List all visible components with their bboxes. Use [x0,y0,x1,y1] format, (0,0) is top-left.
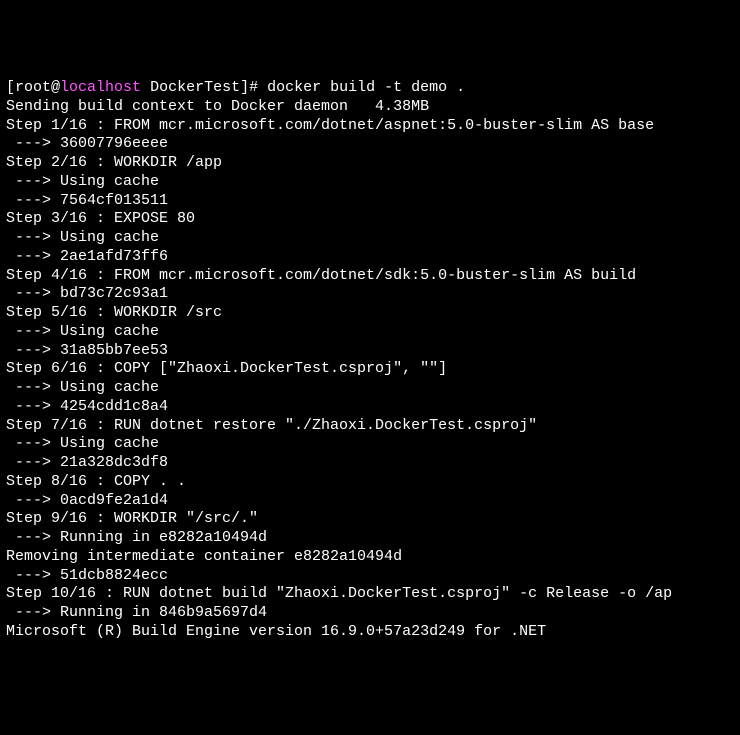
terminal-output[interactable]: [root@localhost DockerTest]# docker buil… [6,79,734,642]
output-line: Step 10/16 : RUN dotnet build "Zhaoxi.Do… [6,585,734,604]
output-line: ---> 36007796eeee [6,135,734,154]
output-line: Step 2/16 : WORKDIR /app [6,154,734,173]
output-line: ---> 31a85bb7ee53 [6,342,734,361]
output-line: ---> 4254cdd1c8a4 [6,398,734,417]
output-line: ---> 21a328dc3df8 [6,454,734,473]
output-line: Removing intermediate container e8282a10… [6,548,734,567]
prompt-user: root [15,79,51,96]
output-line: Step 5/16 : WORKDIR /src [6,304,734,323]
output-line: Step 4/16 : FROM mcr.microsoft.com/dotne… [6,267,734,286]
prompt-bracket-open: [ [6,79,15,96]
output-line: Step 6/16 : COPY ["Zhaoxi.DockerTest.csp… [6,360,734,379]
output-line: Step 1/16 : FROM mcr.microsoft.com/dotne… [6,117,734,136]
output-line: ---> Running in e8282a10494d [6,529,734,548]
output-line: ---> 51dcb8824ecc [6,567,734,586]
output-line: ---> Using cache [6,229,734,248]
prompt-line: [root@localhost DockerTest]# docker buil… [6,79,734,98]
output-line: ---> 0acd9fe2a1d4 [6,492,734,511]
output-line: ---> 2ae1afd73ff6 [6,248,734,267]
output-line: ---> Using cache [6,323,734,342]
output-line: Step 7/16 : RUN dotnet restore "./Zhaoxi… [6,417,734,436]
prompt-host: localhost [60,79,141,96]
output-line: ---> Using cache [6,173,734,192]
output-line: Step 3/16 : EXPOSE 80 [6,210,734,229]
prompt-directory: DockerTest [141,79,240,96]
output-line: Microsoft (R) Build Engine version 16.9.… [6,623,734,642]
output-line: Step 8/16 : COPY . . [6,473,734,492]
output-line: ---> Using cache [6,379,734,398]
output-line: ---> Using cache [6,435,734,454]
output-line: Step 9/16 : WORKDIR "/src/." [6,510,734,529]
output-line: Sending build context to Docker daemon 4… [6,98,734,117]
output-line: ---> bd73c72c93a1 [6,285,734,304]
command-text: docker build -t demo . [267,79,465,96]
output-line: ---> Running in 846b9a5697d4 [6,604,734,623]
output-line: ---> 7564cf013511 [6,192,734,211]
prompt-at: @ [51,79,60,96]
prompt-hash: ]# [240,79,267,96]
